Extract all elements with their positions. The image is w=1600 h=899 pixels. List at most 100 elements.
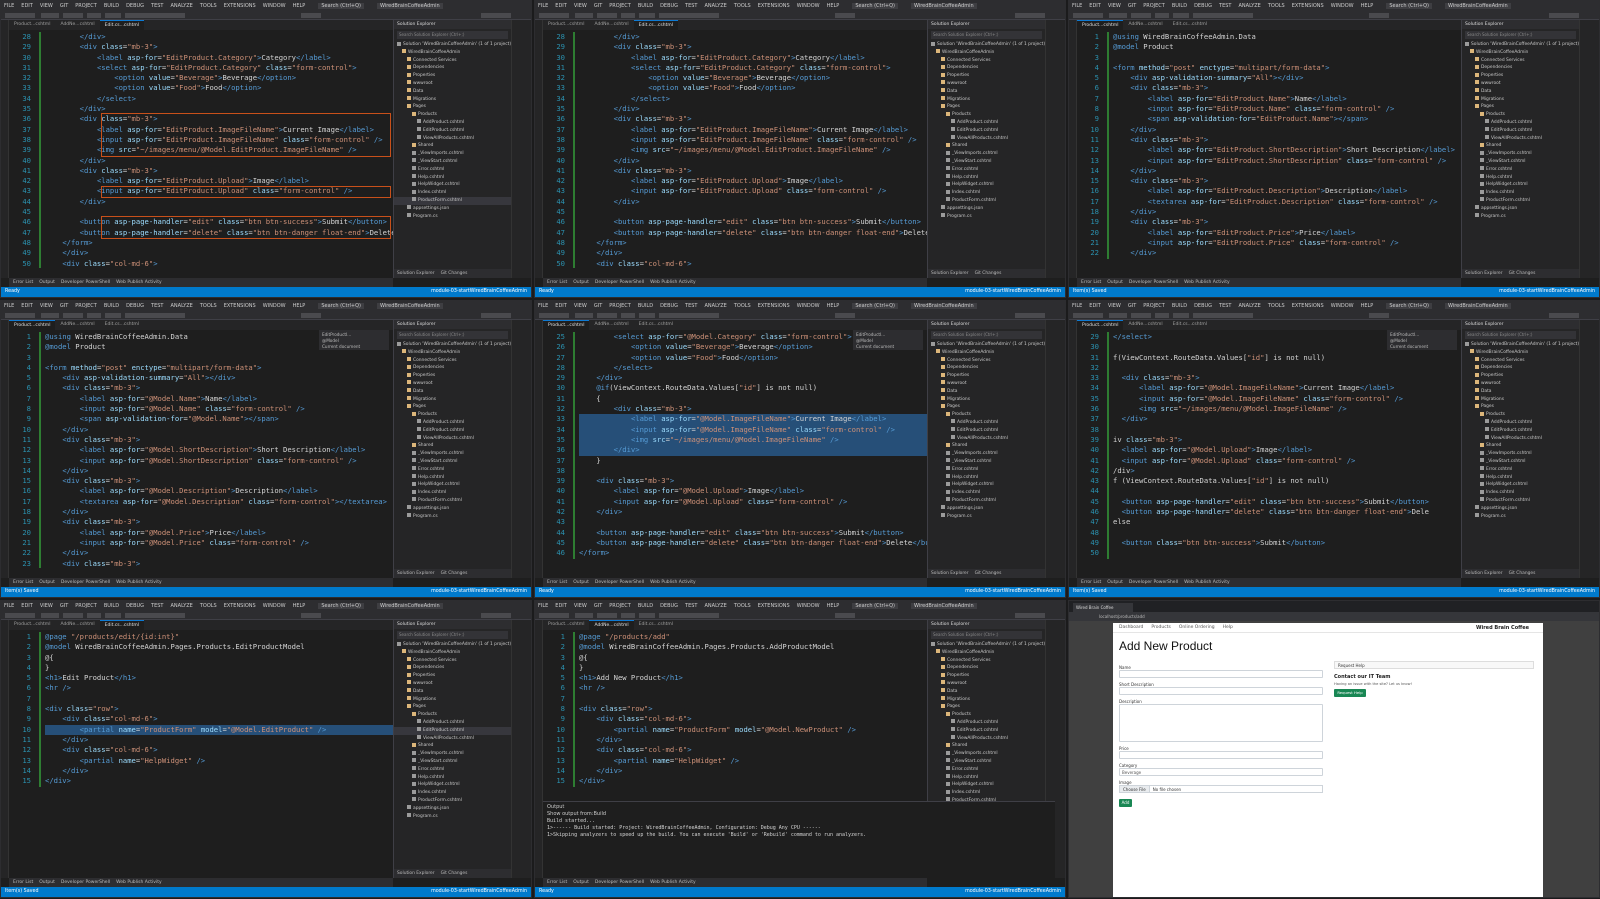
bottom-tab[interactable]: Output (573, 880, 589, 885)
git-branch[interactable]: module-03-start (431, 889, 470, 894)
menu-item[interactable]: HELP (293, 603, 306, 609)
tree-item[interactable]: ViewAllProducts.cshtml (928, 435, 1045, 443)
menu-item[interactable]: VIEW (1108, 3, 1121, 9)
toolbox-strip[interactable] (1069, 20, 1077, 278)
tree-item[interactable]: AddProduct.cshtml (1462, 419, 1579, 427)
tree-item[interactable]: Program.cs (928, 213, 1045, 221)
menu-item[interactable]: ANALYZE (171, 303, 193, 309)
document-tab[interactable]: Edit.cs...cshtml (1168, 320, 1212, 330)
menu-item[interactable]: ANALYZE (705, 3, 727, 9)
tree-item[interactable]: Shared (394, 142, 511, 150)
tree-item[interactable]: WiredBrainCoffeeAdmin (928, 49, 1045, 57)
toolbar-button[interactable] (105, 13, 121, 18)
toolbar-button[interactable] (1131, 313, 1151, 318)
tree-item[interactable]: Program.cs (928, 513, 1045, 521)
tree-item[interactable]: Error.cshtml (394, 766, 511, 774)
tree-item[interactable]: Dependencies (394, 364, 511, 372)
menu-item[interactable]: TOOLS (734, 3, 751, 9)
menu-item[interactable]: HELP (1361, 303, 1374, 309)
tree-item[interactable]: Shared (928, 142, 1045, 150)
document-tab[interactable]: AddNe...cshtml (589, 20, 633, 30)
tree-item[interactable]: WiredBrainCoffeeAdmin (928, 349, 1045, 357)
toolbar-button[interactable] (835, 613, 855, 618)
tree-item[interactable]: AddProduct.cshtml (1462, 119, 1579, 127)
git-branch[interactable]: module-03-start (965, 289, 1004, 294)
tree-item[interactable]: Products (394, 411, 511, 419)
status-right[interactable]: module-03-startWiredBrainCoffeeAdmin (965, 289, 1061, 294)
git-repo[interactable]: WiredBrainCoffeeAdmin (1538, 589, 1595, 594)
menu-item[interactable]: DEBUG (660, 3, 678, 9)
menu-item[interactable]: EDIT (555, 303, 567, 309)
tree-item[interactable]: Shared (928, 742, 1045, 750)
git-repo[interactable]: WiredBrainCoffeeAdmin (470, 889, 527, 894)
toolbar-button[interactable] (1131, 13, 1151, 18)
toolbar-button[interactable] (621, 613, 635, 618)
toolbar-button[interactable] (5, 13, 35, 18)
tree-item[interactable]: _ViewStart.cshtml (928, 458, 1045, 466)
toolbar-button[interactable] (63, 13, 83, 18)
solution-search-input[interactable]: Search Solution Explorer (Ctrl+;) (931, 331, 1042, 339)
toolbar-button[interactable] (301, 13, 321, 18)
tree-item[interactable]: ViewAllProducts.cshtml (1462, 135, 1579, 143)
tree-item[interactable]: Data (394, 88, 511, 96)
bottom-tab[interactable]: Developer PowerShell (595, 580, 644, 585)
tree-item[interactable]: EditProduct.cshtml (928, 127, 1045, 135)
menu-item[interactable]: WINDOW (263, 303, 286, 309)
tree-item[interactable]: ViewAllProducts.cshtml (394, 735, 511, 743)
tree-item[interactable]: _ViewImports.cshtml (928, 450, 1045, 458)
git-repo[interactable]: WiredBrainCoffeeAdmin (470, 289, 527, 294)
document-tab[interactable]: AddNe...cshtml (55, 320, 99, 330)
tree-item[interactable]: WiredBrainCoffeeAdmin (928, 649, 1045, 657)
toolbar-button[interactable] (621, 13, 635, 18)
menu-item[interactable]: PROJECT (1143, 3, 1165, 9)
git-branch[interactable]: module-03-start (431, 289, 470, 294)
toolbox-strip[interactable] (1, 320, 9, 578)
tree-item[interactable]: Help.cshtml (928, 774, 1045, 782)
tree-item[interactable]: HelpWidget.cshtml (394, 481, 511, 489)
tree-item[interactable]: Solution 'WiredBrainCoffeeAdmin' (1 of 1… (1462, 41, 1579, 49)
nav-link[interactable]: Dashboard (1119, 625, 1143, 630)
tree-item[interactable]: Dependencies (394, 64, 511, 72)
tree-item[interactable]: Program.cs (1462, 513, 1579, 521)
choose-file-button[interactable]: Choose File (1120, 786, 1150, 792)
menu-item[interactable]: HELP (827, 603, 840, 609)
toolbar-button[interactable] (639, 13, 655, 18)
menu-item[interactable]: EDIT (21, 603, 33, 609)
tree-item[interactable]: wwwroot (928, 380, 1045, 388)
tree-item[interactable]: Dependencies (928, 64, 1045, 72)
tree-item[interactable]: _ViewStart.cshtml (1462, 458, 1579, 466)
bottom-tab[interactable]: Developer PowerShell (595, 280, 644, 285)
solution-tab[interactable]: Git Changes (975, 271, 1002, 276)
bottom-tab[interactable]: Output (1107, 580, 1123, 585)
toolbar-button[interactable] (1109, 313, 1127, 318)
tree-item[interactable]: Properties (1462, 72, 1579, 80)
tree-item[interactable]: EditProduct.cshtml (928, 727, 1045, 735)
properties-strip[interactable] (1579, 20, 1599, 278)
tree-item[interactable]: EditProduct.cshtml (394, 726, 511, 735)
tree-item[interactable]: Properties (394, 372, 511, 380)
menu-item[interactable]: GIT (60, 603, 68, 609)
toolbar-button[interactable] (659, 613, 719, 618)
tree-item[interactable]: wwwroot (1462, 380, 1579, 388)
status-right[interactable]: module-03-startWiredBrainCoffeeAdmin (965, 589, 1061, 594)
tree-item[interactable]: ViewAllProducts.cshtml (1462, 435, 1579, 443)
tree-item[interactable]: Program.cs (394, 213, 511, 221)
tree-item[interactable]: Properties (394, 72, 511, 80)
tree-item[interactable]: WiredBrainCoffeeAdmin (394, 649, 511, 657)
menu-item[interactable]: PROJECT (609, 3, 631, 9)
tree-item[interactable]: Dependencies (394, 664, 511, 672)
tree-item[interactable]: Help.cshtml (928, 474, 1045, 482)
tree-item[interactable]: Pages (1462, 103, 1579, 111)
menu-item[interactable]: DEBUG (1194, 303, 1212, 309)
menu-item[interactable]: PROJECT (609, 603, 631, 609)
search-input[interactable]: Search (Ctrl+Q) (852, 303, 899, 309)
menu-item[interactable]: TOOLS (200, 303, 217, 309)
menu-item[interactable]: DEBUG (126, 303, 144, 309)
git-repo[interactable]: WiredBrainCoffeeAdmin (1004, 889, 1061, 894)
menu-item[interactable]: WINDOW (797, 603, 820, 609)
solution-tab[interactable]: Solution Explorer (931, 571, 969, 576)
bottom-tab[interactable]: Developer PowerShell (1129, 280, 1178, 285)
tree-item[interactable]: appsettings.json (1462, 505, 1579, 513)
menu-item[interactable]: VIEW (40, 3, 53, 9)
menu-item[interactable]: DEBUG (660, 303, 678, 309)
